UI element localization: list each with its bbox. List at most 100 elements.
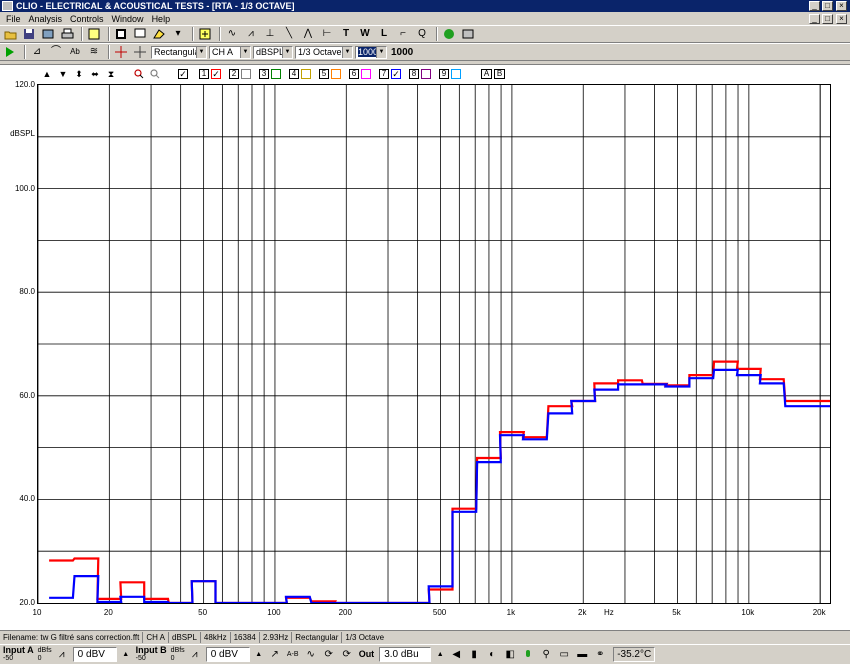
series-line-1 [49, 360, 830, 605]
monitor-icon[interactable] [132, 27, 148, 41]
linearity-icon[interactable]: ⌐ [395, 27, 411, 41]
input-b-range-field[interactable]: 0 dBV [205, 647, 250, 662]
channel-combo[interactable]: CH A ▼ [209, 45, 251, 59]
calculator-icon[interactable] [197, 27, 213, 41]
film-icon[interactable] [113, 27, 129, 41]
waterfall-icon[interactable]: ⋀ [300, 27, 316, 41]
impedance-icon[interactable]: ⊢ [319, 27, 335, 41]
help-icon[interactable] [441, 27, 457, 41]
y-tick-label: 100.0 [14, 183, 35, 193]
overlay-checkbox-2[interactable] [241, 69, 251, 79]
export-icon[interactable] [40, 27, 56, 41]
menu-file[interactable]: File [2, 14, 25, 24]
probe-icon[interactable]: ⚲ [539, 648, 553, 662]
input-a-range: -50 [3, 655, 14, 662]
window-type-combo[interactable]: Rectangular ▼ [151, 45, 207, 59]
overlay-checkbox-8[interactable] [421, 69, 431, 79]
a-button[interactable]: A [481, 69, 492, 79]
unit-combo[interactable]: dBSPL ▼ [253, 45, 293, 59]
mls-icon[interactable]: ⊥ [262, 27, 278, 41]
play-icon[interactable] [2, 45, 18, 59]
save-icon[interactable] [21, 27, 37, 41]
rta-plot[interactable] [37, 84, 831, 605]
input-a-spin-icon[interactable]: ▲ [121, 648, 131, 662]
ab-compare-icon[interactable]: Ab [67, 45, 83, 59]
overlay-checkbox-9[interactable] [451, 69, 461, 79]
close-button[interactable]: × [836, 1, 847, 11]
ab-button[interactable]: A-B [286, 648, 300, 662]
maximize-button[interactable]: □ [822, 1, 833, 11]
generator-icon[interactable]: ◐ [485, 648, 499, 662]
main-toolbar: ▾ ∿ ⩘ ⊥ ╲ ⋀ ⊢ T W L ⌐ Q [0, 25, 850, 43]
fft-icon[interactable]: ⩘ [243, 27, 259, 41]
leq-icon[interactable]: L [376, 27, 392, 41]
settings-icon[interactable] [460, 27, 476, 41]
bars-icon[interactable]: ⊿ [29, 45, 45, 59]
b-button[interactable]: B [494, 69, 505, 79]
thiele-small-icon[interactable]: T [338, 27, 354, 41]
loop-icon[interactable]: ∿ [304, 648, 318, 662]
scale-down-icon[interactable]: ▼ [56, 68, 70, 80]
overlay-checkbox-4[interactable] [301, 69, 311, 79]
curve-icon[interactable]: ⌒ [48, 45, 64, 59]
range-up-icon[interactable]: ⬍ [72, 68, 86, 80]
input-b-meter-icon[interactable]: ⩘ [188, 648, 202, 662]
open-icon[interactable] [2, 27, 18, 41]
overlay-checkbox-3[interactable] [271, 69, 281, 79]
mute-icon[interactable]: ▮ [467, 648, 481, 662]
monitor-small-icon[interactable]: ▭ [557, 648, 571, 662]
microphone-icon[interactable] [521, 648, 535, 662]
link-icon[interactable]: ⚭ [593, 648, 607, 662]
input-a-group: Input A -50 [3, 646, 34, 663]
averages-combo[interactable]: 1000 ▼ [355, 45, 387, 59]
overlay-checkbox-6[interactable] [361, 69, 371, 79]
input-b-spin-icon[interactable]: ▲ [254, 648, 264, 662]
zoom-out-icon[interactable] [148, 68, 162, 80]
output-level-field[interactable]: 3.0 dBu [379, 647, 432, 662]
output-spin-icon[interactable]: ▲ [435, 648, 445, 662]
sinusoidal-icon[interactable]: ╲ [281, 27, 297, 41]
menu-window[interactable]: Window [108, 14, 148, 24]
overlay-checkbox-1[interactable]: ✓ [211, 69, 221, 79]
menu-analysis[interactable]: Analysis [25, 14, 67, 24]
input-a-range-field[interactable]: 0 dBV [72, 647, 117, 662]
overlay-checkbox-5[interactable] [331, 69, 341, 79]
print-icon[interactable] [59, 27, 75, 41]
child-minimize-button[interactable]: _ [809, 14, 820, 24]
multimeter-icon[interactable]: ∿ [224, 27, 240, 41]
peak-icon[interactable]: ≋ [86, 45, 102, 59]
overlay-checkbox-7[interactable]: ✓ [391, 69, 401, 79]
x-tick-label: 100 [267, 608, 281, 617]
overlay-number-1: 1 [199, 69, 209, 79]
overlay-number-8: 8 [409, 69, 419, 79]
fit-icon[interactable]: ⧗ [104, 68, 118, 80]
input-a-meter-icon[interactable]: ⩘ [55, 648, 69, 662]
notes-icon[interactable] [86, 27, 102, 41]
menu-help[interactable]: Help [148, 14, 175, 24]
temperature-readout: -35.2°C [613, 647, 656, 662]
marker-icon[interactable] [132, 45, 148, 59]
main-curve-checkbox[interactable]: ✓ [178, 69, 188, 79]
battery-icon[interactable]: ▬ [575, 648, 589, 662]
minimize-button[interactable]: _ [809, 1, 820, 11]
scale-up-icon[interactable]: ▲ [40, 68, 54, 80]
wavelet-icon[interactable]: W [357, 27, 373, 41]
zoom-in-icon[interactable] [132, 68, 146, 80]
dropdown-icon[interactable]: ▾ [170, 27, 186, 41]
cursor-icon[interactable] [113, 45, 129, 59]
refresh-b-icon[interactable]: ⟳ [340, 648, 354, 662]
refresh-a-icon[interactable]: ⟳ [322, 648, 336, 662]
menu-controls[interactable]: Controls [66, 14, 108, 24]
phantom-icon[interactable]: ↗ [268, 648, 282, 662]
child-close-button[interactable]: × [836, 14, 847, 24]
eraser-icon[interactable] [151, 27, 167, 41]
range-down-icon[interactable]: ⬌ [88, 68, 102, 80]
window-info: Rectangular [292, 631, 343, 643]
app-icon[interactable] [2, 1, 13, 11]
speaker-icon[interactable]: ◀ [449, 648, 463, 662]
stop-icon[interactable]: ◧ [503, 648, 517, 662]
band-combo[interactable]: 1/3 Octave ▼ [295, 45, 353, 59]
rta-chart [37, 85, 830, 605]
quality-control-icon[interactable]: Q [414, 27, 430, 41]
child-restore-button[interactable]: □ [822, 14, 833, 24]
